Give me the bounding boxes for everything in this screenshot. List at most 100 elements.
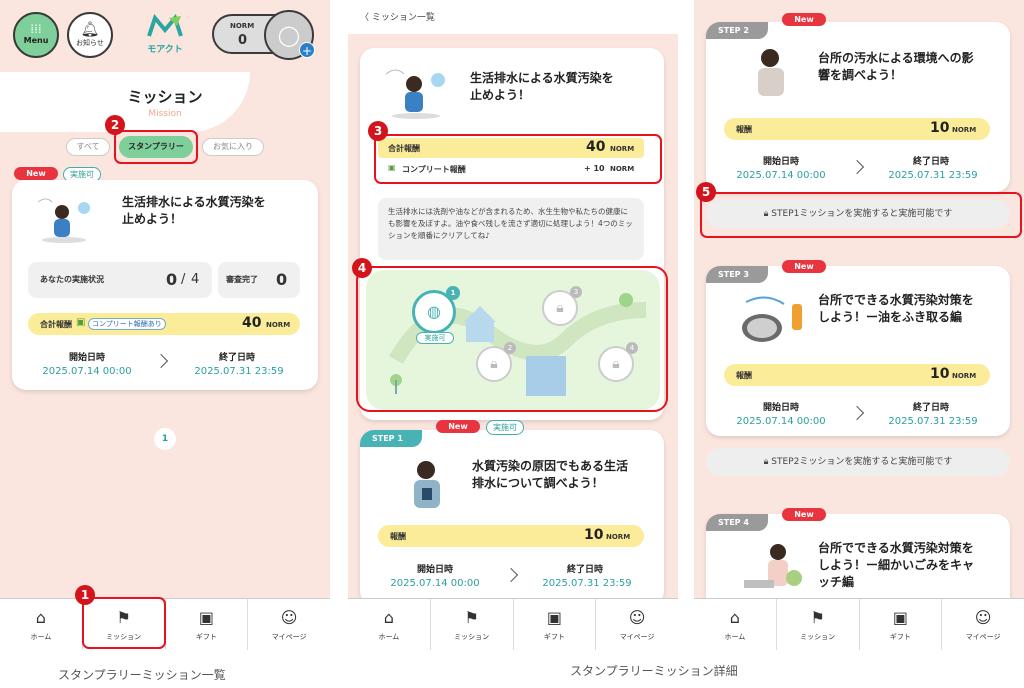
step3-reward-unit: NORM — [952, 372, 977, 380]
nav-mypage[interactable]: ☺ マイページ — [595, 599, 678, 650]
reward-label: 報酬 — [390, 532, 406, 541]
back-link[interactable]: 〈 ミッション一覧 — [360, 10, 435, 23]
nav-home[interactable]: ⌂ ホーム — [348, 599, 430, 650]
highlight-box-1 — [82, 597, 166, 649]
step4-illustration — [742, 540, 808, 596]
step3-illustration — [736, 292, 810, 348]
annotation-2: 2 — [105, 115, 125, 135]
lock-text: STEP2ミッションを実施すると実施可能です — [771, 457, 953, 467]
flag-icon: ⚑ — [464, 608, 479, 627]
step3-locked-notice: 🔒︎ STEP2ミッションを実施すると実施可能です — [706, 448, 1010, 476]
add-icon[interactable]: + — [299, 42, 315, 58]
nav-gift[interactable]: ▣ ギフト — [512, 599, 596, 650]
start-date: 2025.07.14 00:00 — [736, 170, 826, 181]
reward-label: 合計報酬 — [40, 320, 72, 329]
end-label: 終了日時 — [566, 565, 603, 575]
nav-mission-label: ミッション — [454, 633, 490, 641]
mission-illustration — [34, 194, 94, 244]
nav-mission[interactable]: ⚑ ミッション — [775, 599, 859, 650]
menu-button[interactable]: ⁞⁞⁞ Menu — [13, 12, 59, 58]
mission-description: 生活排水には洗剤や油などが含まれるため、水生生物や私たちの健康にも影響を及ぼすよ… — [378, 198, 644, 260]
step3-reward-value: 10 — [930, 366, 950, 382]
home-icon: ⌂ — [729, 608, 740, 627]
tab-favorites[interactable]: お気に入り — [202, 138, 264, 156]
gift-card-icon: ▣ — [198, 608, 214, 627]
step-label: STEP 1 — [360, 430, 422, 447]
review-box: 審査完了 0 — [218, 262, 300, 298]
start-date: 2025.07.14 00:00 — [390, 578, 480, 589]
app-logo: モアクト — [143, 13, 187, 56]
home-icon: ⌂ — [35, 608, 46, 627]
review-label: 審査完了 — [226, 275, 258, 284]
nav-mypage-label: マイページ — [271, 633, 307, 641]
nav-gift[interactable]: ▣ ギフト — [858, 599, 942, 650]
chevron-right-icon — [503, 567, 519, 583]
step4-title: 台所でできる水質汚染対策をしよう！ー細かいごみをキャッチ編 — [818, 541, 975, 589]
highlight-box-3 — [374, 134, 662, 184]
annotation-3: 3 — [368, 121, 388, 141]
highlight-box-2 — [114, 130, 198, 164]
tab-all[interactable]: すべて — [66, 138, 110, 156]
bottom-nav: ⌂ ホーム ⚑ ミッション ▣ ギフト ☺ マイページ — [694, 598, 1024, 650]
start-date: 2025.07.14 00:00 — [42, 366, 132, 377]
page-subtitle: Mission — [148, 109, 182, 119]
nav-home[interactable]: ⌂ ホーム — [0, 599, 82, 650]
nav-mypage[interactable]: ☺ マイページ — [941, 599, 1024, 650]
step2-reward-bar: 報酬 10 NORM — [724, 118, 990, 140]
grid-icon: ⁞⁞⁞ — [30, 22, 42, 36]
mission-title: 生活排水による水質汚染を止めよう！ — [122, 195, 266, 226]
step3-label: STEP 3 — [706, 266, 768, 283]
step1-reward-value: 10 — [584, 527, 604, 543]
mission-steps-screen: STEP 2 台所の汚水による環境への影響を調べよう！ 報酬 10 NORM 開… — [694, 0, 1024, 650]
step2-card[interactable]: STEP 2 台所の汚水による環境への影響を調べよう！ 報酬 10 NORM 開… — [706, 22, 1010, 192]
status-done: 0 — [166, 270, 178, 289]
annotation-5: 5 — [696, 182, 716, 202]
reward-label: 報酬 — [736, 371, 752, 380]
highlight-box-5 — [700, 192, 1022, 238]
nav-home[interactable]: ⌂ ホーム — [694, 599, 776, 650]
nav-mission[interactable]: ⚑ ミッション — [429, 599, 513, 650]
start-date: 2025.07.14 00:00 — [736, 416, 826, 427]
end-date: 2025.07.31 23:59 — [542, 578, 632, 589]
step2-reward-value: 10 — [930, 120, 950, 136]
new-badge: New — [782, 508, 826, 521]
mission-card[interactable]: 生活排水による水質汚染を止めよう！ あなたの実施状況 0 / 4 審査完了 0 … — [12, 180, 318, 390]
back-label: ミッション一覧 — [371, 13, 435, 23]
nav-mission-label: ミッション — [800, 633, 836, 641]
nav-gift-label: ギフト — [543, 633, 565, 641]
reward-unit: NORM — [266, 321, 291, 329]
nav-mypage[interactable]: ☺ マイページ — [247, 599, 330, 650]
step1-title: 水質汚染の原因でもある生活排水について調べよう！ — [472, 459, 629, 490]
chevron-right-icon — [153, 353, 169, 369]
step3-card[interactable]: STEP 3 台所でできる水質汚染対策をしよう！ー油をふき取る編 報酬 10 N… — [706, 266, 1010, 436]
start-label: 開始日時 — [416, 565, 453, 575]
caption-list: スタンプラリーミッション一覧 — [58, 668, 226, 682]
mission-illustration — [382, 64, 452, 120]
status-sep: / — [181, 272, 186, 287]
step4-label: STEP 4 — [706, 514, 768, 531]
norm-label: NORM — [230, 22, 255, 30]
start-label: 開始日時 — [762, 157, 799, 167]
mission-list-screen: ⁞⁞⁞ Menu 🔔︎ お知らせ モアクト NORM 0 ◯ + ミッション M… — [0, 0, 330, 650]
new-badge: New — [782, 13, 826, 26]
nav-gift[interactable]: ▣ ギフト — [164, 599, 248, 650]
step1-illustration — [402, 458, 452, 514]
page-button[interactable]: 1 — [154, 428, 176, 450]
page-title: ミッション — [127, 88, 203, 106]
step2-title: 台所の汚水による環境への影響を調べよう！ — [818, 51, 974, 82]
mission-detail-screen: 〈 ミッション一覧 生活排水による水質汚染を止めよう！ 合計報酬 40 NORM… — [348, 0, 678, 650]
available-badge: 実施可 — [486, 420, 524, 435]
complete-badge: コンプリート報酬あり — [88, 318, 166, 330]
step3-reward-bar: 報酬 10 NORM — [724, 364, 990, 386]
end-date: 2025.07.31 23:59 — [888, 416, 978, 427]
notification-button[interactable]: 🔔︎ お知らせ — [67, 12, 113, 58]
end-label: 終了日時 — [218, 353, 255, 363]
reward-label: 報酬 — [736, 125, 752, 134]
status-label: あなたの実施状況 — [40, 275, 104, 284]
nav-home-label: ホーム — [724, 633, 746, 641]
user-icon: ☺ — [280, 608, 298, 627]
user-icon: ☺ — [974, 608, 992, 627]
annotation-4: 4 — [352, 258, 372, 278]
nav-gift-label: ギフト — [195, 633, 217, 641]
step1-card[interactable]: STEP 1 水質汚染の原因でもある生活排水について調べよう！ 報酬 10 NO… — [360, 430, 664, 605]
